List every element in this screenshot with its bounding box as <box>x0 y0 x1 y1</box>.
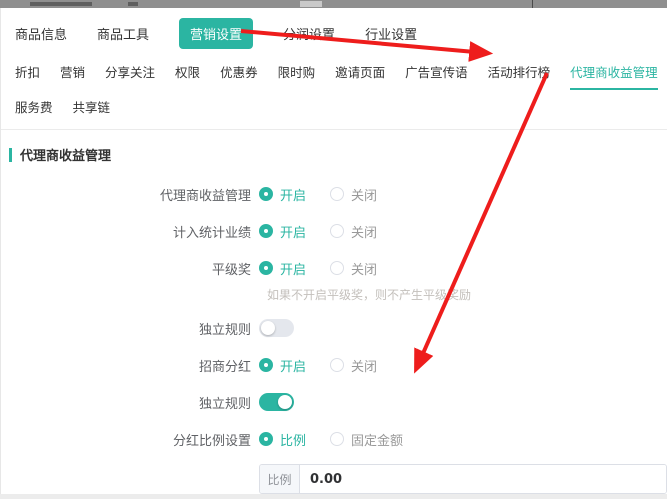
peer-level-award-option-1[interactable]: 关闭 <box>330 259 377 278</box>
form-row-independent-rule-dividend: 独立规则 <box>1 390 667 414</box>
primary-tab-3[interactable]: 分润设置 <box>283 24 335 43</box>
agent-revenue-manage-control: 开启 关闭 <box>259 185 667 204</box>
radio-icon <box>259 261 273 275</box>
radio-icon <box>330 432 344 446</box>
radio-label: 开启 <box>280 259 306 278</box>
merchant-dividend-option-0[interactable]: 开启 <box>259 356 306 375</box>
count-into-stats-option-0[interactable]: 开启 <box>259 222 306 241</box>
toggle-knob <box>278 395 292 409</box>
clipped-content-fragment <box>532 0 533 8</box>
independent-rule-peer-control <box>259 319 667 337</box>
secondary-tab-9[interactable]: 代理商收益管理 <box>570 62 658 90</box>
secondary-tab-3[interactable]: 权限 <box>175 62 200 90</box>
secondary-tab-8[interactable]: 活动排行榜 <box>488 62 551 90</box>
peer-level-award-control: 开启 关闭 <box>259 259 667 278</box>
independent-rule-dividend-control <box>259 393 667 411</box>
primary-tab-4[interactable]: 行业设置 <box>365 24 417 43</box>
clipped-content-fragment <box>300 1 322 7</box>
secondary-tab-6[interactable]: 邀请页面 <box>335 62 385 90</box>
peer-level-award-option-0[interactable]: 开启 <box>259 259 306 278</box>
section-title: 代理商收益管理 <box>20 145 111 164</box>
agent-revenue-manage-label: 代理商收益管理 <box>1 185 251 204</box>
radio-icon <box>259 187 273 201</box>
section-accent-bar <box>9 148 12 162</box>
toggle-knob <box>261 321 275 335</box>
radio-icon <box>330 187 344 201</box>
primary-tab-0[interactable]: 商品信息 <box>15 24 67 43</box>
radio-label: 关闭 <box>351 222 377 241</box>
radio-label: 固定金额 <box>351 430 403 449</box>
ratio-input-control: 比例 <box>259 464 667 494</box>
settings-form: 代理商收益管理开启关闭计入统计业绩开启关闭平级奖开启关闭如果不开启平级奖，则不产… <box>1 182 667 494</box>
radio-label: 开启 <box>280 356 306 375</box>
form-row-agent-revenue-manage: 代理商收益管理 开启 关闭 <box>1 182 667 206</box>
form-row-ratio-input: 比例 <box>1 464 667 494</box>
dividend-ratio-mode-label: 分红比例设置 <box>1 430 251 449</box>
ratio-input-field[interactable] <box>300 465 666 493</box>
secondary-tab-bar: 折扣营销分享关注权限优惠券限时购邀请页面广告宣传语活动排行榜代理商收益管理区代招… <box>1 53 667 90</box>
radio-label: 开启 <box>280 185 306 204</box>
count-into-stats-label: 计入统计业绩 <box>1 222 251 241</box>
secondary-tab-7[interactable]: 广告宣传语 <box>405 62 468 90</box>
radio-label: 关闭 <box>351 259 377 278</box>
input-prefix-label: 比例 <box>260 465 300 493</box>
settings-panel: 商品信息 商品工具 营销设置 分润设置 行业设置 折扣营销分享关注权限优惠券限时购邀请页… <box>0 8 667 494</box>
form-row-count-into-stats: 计入统计业绩 开启 关闭 <box>1 219 667 243</box>
form-row-dividend-ratio-mode: 分红比例设置 比例 固定金额 <box>1 427 667 451</box>
dividend-ratio-mode-control: 比例 固定金额 <box>259 430 667 449</box>
independent-rule-peer-label: 独立规则 <box>1 319 251 338</box>
secondary-tab-0[interactable]: 折扣 <box>15 62 40 90</box>
secondary-tab-2[interactable]: 分享关注 <box>105 62 155 90</box>
secondary-tab-overflow-0[interactable]: 服务费 <box>15 97 53 116</box>
ratio-input-group: 比例 <box>259 464 667 494</box>
secondary-tab-1[interactable]: 营销 <box>60 62 85 90</box>
form-row-merchant-dividend: 招商分红 开启 关闭 <box>1 353 667 377</box>
radio-label: 比例 <box>280 430 306 449</box>
radio-icon <box>259 432 273 446</box>
section-content: 代理商收益管理 代理商收益管理开启关闭计入统计业绩开启关闭平级奖开启关闭如果不开… <box>1 130 667 494</box>
independent-rule-dividend-label: 独立规则 <box>1 393 251 412</box>
dividend-ratio-mode-option-0[interactable]: 比例 <box>259 430 306 449</box>
peer-level-award-note: 如果不开启平级奖，则不产生平级奖励 <box>267 286 667 303</box>
primary-tab-2[interactable]: 营销设置 <box>179 18 253 49</box>
independent-rule-peer-toggle[interactable] <box>259 319 294 337</box>
section-header: 代理商收益管理 <box>9 145 667 164</box>
radio-label: 关闭 <box>351 356 377 375</box>
form-row-independent-rule-peer: 独立规则 <box>1 316 667 340</box>
radio-label: 关闭 <box>351 185 377 204</box>
peer-level-award-label: 平级奖 <box>1 259 251 278</box>
independent-rule-dividend-toggle[interactable] <box>259 393 294 411</box>
secondary-tab-bar-overflow: 服务费 共享链 <box>1 90 667 130</box>
count-into-stats-option-1[interactable]: 关闭 <box>330 222 377 241</box>
dividend-ratio-mode-option-1[interactable]: 固定金额 <box>330 430 403 449</box>
secondary-tab-4[interactable]: 优惠券 <box>220 62 258 90</box>
radio-icon <box>259 224 273 238</box>
merchant-dividend-option-1[interactable]: 关闭 <box>330 356 377 375</box>
clipped-content-fragment <box>128 2 138 6</box>
clipped-content-fragment <box>30 2 92 6</box>
bottom-scroll-strip <box>0 494 667 499</box>
radio-label: 开启 <box>280 222 306 241</box>
radio-icon <box>330 358 344 372</box>
agent-revenue-manage-option-1[interactable]: 关闭 <box>330 185 377 204</box>
radio-icon <box>259 358 273 372</box>
secondary-tab-5[interactable]: 限时购 <box>278 62 316 90</box>
merchant-dividend-control: 开启 关闭 <box>259 356 667 375</box>
agent-revenue-manage-option-0[interactable]: 开启 <box>259 185 306 204</box>
count-into-stats-control: 开启 关闭 <box>259 222 667 241</box>
radio-icon <box>330 224 344 238</box>
primary-tab-bar: 商品信息 商品工具 营销设置 分润设置 行业设置 <box>1 8 667 53</box>
secondary-tab-overflow-1[interactable]: 共享链 <box>73 97 111 116</box>
primary-tab-1[interactable]: 商品工具 <box>97 24 149 43</box>
form-row-peer-level-award: 平级奖 开启 关闭 <box>1 256 667 280</box>
top-clipped-row <box>0 0 667 8</box>
radio-icon <box>330 261 344 275</box>
merchant-dividend-label: 招商分红 <box>1 356 251 375</box>
